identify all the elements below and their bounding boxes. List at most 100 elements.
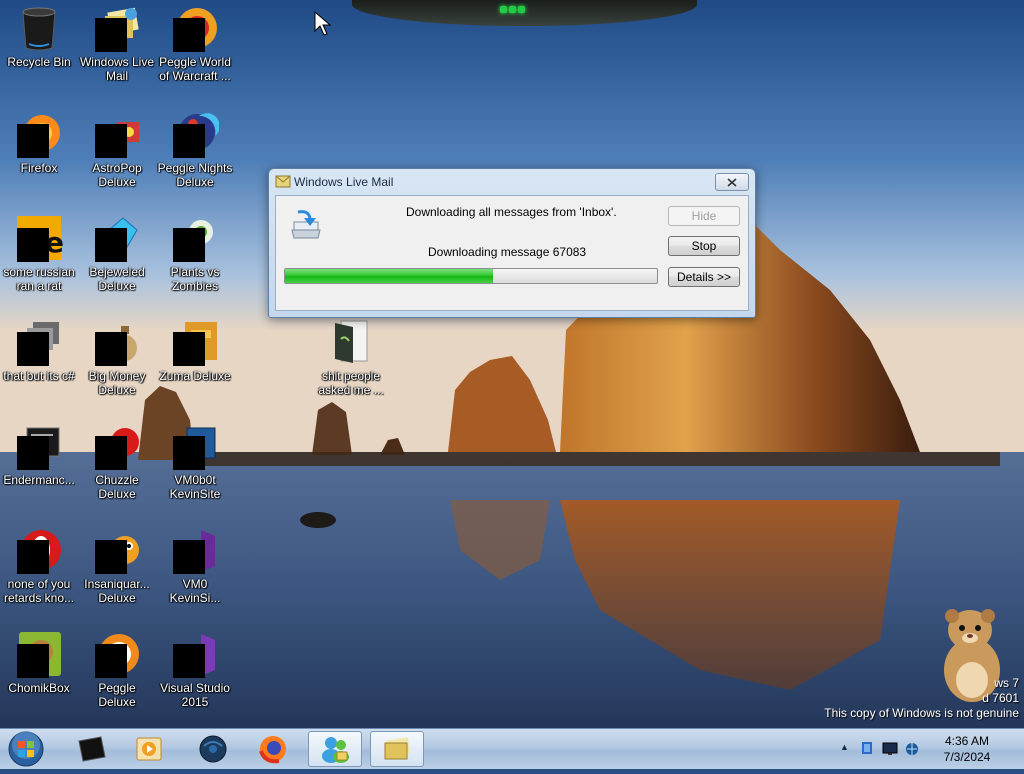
desktop-icon-chuzzle-deluxe[interactable]: Chuzzle Deluxe — [78, 422, 156, 501]
chuzzle-icon — [93, 422, 141, 470]
dialog-titlebar[interactable]: Windows Live Mail — [269, 169, 755, 195]
details-button[interactable]: Details >> — [668, 267, 740, 287]
desktop-icon-label: none of you retards kno... — [3, 577, 75, 605]
taskbar-app-media-player[interactable] — [122, 731, 176, 767]
desktop-icon-label: AstroPop Deluxe — [92, 161, 142, 189]
dialog-body: Downloading all messages from 'Inbox'. D… — [275, 195, 749, 311]
bejeweled-gem-icon — [93, 214, 141, 262]
windows-live-mail-icon — [384, 737, 411, 760]
close-icon — [727, 177, 737, 187]
dialog-close-button[interactable] — [715, 173, 749, 191]
taskbar-app-cmd[interactable] — [64, 731, 118, 767]
network-icon[interactable] — [904, 741, 920, 757]
desktop-icon-label: Windows Live Mail — [79, 55, 155, 83]
desktop-icon-label: that but its c# — [3, 369, 75, 383]
taskbar-app-windows-live-messenger[interactable] — [308, 731, 362, 767]
desktop-icon-endermanch[interactable]: Endermanc... — [0, 422, 78, 487]
stop-button[interactable]: Stop — [668, 236, 740, 256]
media-player-icon — [136, 737, 162, 761]
clock-date: 7/3/2024 — [943, 750, 991, 764]
taskbar: ▲ 4:36 AM 7/3/2024 — [0, 728, 1024, 769]
fish-icon — [93, 526, 141, 574]
start-button[interactable] — [6, 729, 46, 769]
download-status-text: Downloading all messages from 'Inbox'. — [406, 205, 617, 219]
desktop-icon-that-but-its-csharp[interactable]: that but its c# — [0, 318, 78, 383]
desktop-icon-label: Recycle Bin — [7, 55, 71, 69]
show-hidden-icons-button[interactable]: ▲ — [840, 742, 849, 752]
hide-button[interactable]: Hide — [668, 206, 740, 226]
clock-time: 4:36 AM — [944, 734, 990, 748]
desktop-icon-vm0-kevinsi[interactable]: VM0 KevinSi... — [156, 526, 234, 605]
desktop-icon-big-money-deluxe[interactable]: Big Money Deluxe — [78, 318, 156, 397]
desktop-icon-label: some russian ran a rat — [3, 265, 75, 293]
taskbar-app-windows-live-mail[interactable] — [370, 731, 424, 767]
desktop-icon-peggle-world-of-warcraft[interactable]: Peggle World of Warcraft ... — [156, 4, 234, 83]
desktop-icon-windows-live-mail[interactable]: Windows Live Mail — [78, 4, 156, 83]
watermark-genuine-notice: This copy of Windows is not genuine — [824, 706, 1019, 720]
desktop-icon-label: Zuma Deluxe — [159, 369, 231, 383]
desktop-icon-astropop-deluxe[interactable]: AstroPop Deluxe — [78, 110, 156, 189]
system-clock[interactable]: 4:36 AM 7/3/2024 — [932, 733, 1002, 765]
desktop-icon-some-russian-ran-a-rat[interactable]: e some russian ran a rat — [0, 214, 78, 293]
desktop-icon-recycle-bin[interactable]: Recycle Bin — [0, 4, 78, 69]
opera-browser-icon — [15, 526, 63, 574]
download-progress-bar — [284, 268, 658, 284]
globe-icon — [199, 735, 227, 763]
application-window-icon — [15, 318, 63, 366]
watermark-build-line: d 7601 — [982, 691, 1019, 705]
desktop-icon-label: VM0 KevinSi... — [169, 577, 221, 605]
folder-shortcut-icon: e — [15, 214, 63, 262]
taskbar-app-globe[interactable] — [186, 731, 240, 767]
download-progress-fill — [285, 269, 494, 283]
desktop-icon-label: Big Money Deluxe — [88, 369, 146, 397]
desktop-icon-zuma-deluxe[interactable]: Zuma Deluxe — [156, 318, 234, 383]
action-center-flag-icon[interactable] — [860, 740, 876, 758]
desktop-icon-label: Peggle World of Warcraft ... — [159, 55, 231, 83]
visual-studio-icon — [171, 630, 219, 678]
astropop-icon — [93, 110, 141, 158]
desktop-icon-bejeweled-deluxe[interactable]: Bejeweled Deluxe — [78, 214, 156, 293]
desktop-icon-label: Firefox — [20, 161, 58, 175]
firefox-icon — [15, 110, 63, 158]
desktop-icon-plants-vs-zombies[interactable]: Plants vs Zombies — [156, 214, 234, 293]
desktop-icon-label: Insaniquar... Deluxe — [84, 577, 150, 605]
download-progress-dialog: Windows Live Mail Downloading all messag… — [268, 168, 756, 318]
firefox-icon — [259, 736, 286, 764]
chomikbox-icon — [15, 630, 63, 678]
taskbar-app-firefox[interactable] — [246, 731, 300, 767]
console-window-icon — [15, 422, 63, 470]
desktop-icon-shit-people-asked-me[interactable]: shit people asked me ... — [312, 318, 390, 397]
zuma-icon — [171, 318, 219, 366]
desktop-icon-label: VM0b0t KevinSite — [169, 473, 221, 501]
desktop-icon-insaniquarium-deluxe[interactable]: Insaniquar... Deluxe — [78, 526, 156, 605]
peggle-icon — [93, 630, 141, 678]
desktop-icon-peggle-deluxe[interactable]: Peggle Deluxe — [78, 630, 156, 709]
watermark-os-line: ws 7 — [994, 676, 1019, 690]
console-window-icon — [78, 736, 106, 762]
visual-studio-icon — [171, 526, 219, 574]
desktop-icon-none-of-you-retards-kno[interactable]: none of you retards kno... — [0, 526, 78, 605]
desktop-icon-label: shit people asked me ... — [318, 369, 384, 397]
money-bag-icon — [93, 318, 141, 366]
download-mail-icon — [291, 210, 321, 239]
plants-vs-zombies-icon — [171, 214, 219, 262]
folder-icon — [327, 318, 375, 366]
desktop-icon-vm0b0t-kevinsite[interactable]: VM0b0t KevinSite — [156, 422, 234, 501]
peggle-wow-icon — [171, 4, 219, 52]
desktop-icon-label: Chuzzle Deluxe — [95, 473, 139, 501]
desktop-icon-label: Endermanc... — [3, 473, 75, 487]
desktop-icon-label: Visual Studio 2015 — [160, 681, 230, 709]
windows-live-mail-icon — [93, 4, 141, 52]
desktop-icon-label: Peggle Nights Deluxe — [157, 161, 233, 189]
desktop-icon-label: ChomikBox — [8, 681, 70, 695]
desktop-icon-peggle-nights-deluxe[interactable]: Peggle Nights Deluxe — [156, 110, 234, 189]
display-monitor-icon[interactable] — [882, 741, 898, 757]
desktop-icon-firefox[interactable]: Firefox — [0, 110, 78, 175]
windows-genuine-watermark: ws 7 d 7601 This copy of Windows is not … — [824, 676, 1019, 721]
peggle-nights-icon — [171, 110, 219, 158]
desktop-icon-visual-studio-2015[interactable]: Visual Studio 2015 — [156, 630, 234, 709]
windows-live-mail-icon — [275, 175, 291, 188]
download-progress-text: Downloading message 67083 — [428, 245, 587, 259]
desktop-icon-label: Bejeweled Deluxe — [89, 265, 145, 293]
desktop-icon-chomikbox[interactable]: ChomikBox — [0, 630, 78, 695]
